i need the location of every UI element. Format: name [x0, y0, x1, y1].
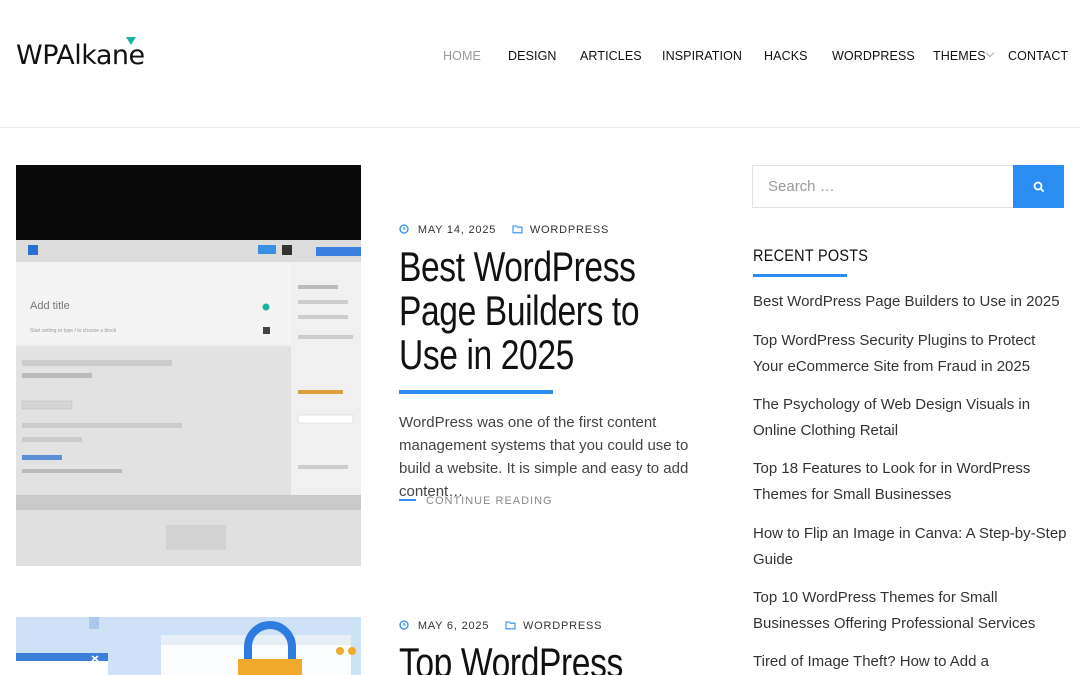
- recent-post-link[interactable]: Top 18 Features to Look for in WordPress…: [753, 456, 1068, 508]
- post-thumbnail[interactable]: [16, 617, 361, 675]
- folder-icon: [505, 621, 516, 630]
- editor-add-title: Add title: [30, 300, 70, 312]
- recent-post-link[interactable]: How to Flip an Image in Canva: A Step-by…: [753, 521, 1068, 573]
- read-more-dash: [399, 499, 416, 501]
- nav-hacks[interactable]: HACKS: [764, 49, 808, 63]
- nav-contact[interactable]: CONTACT: [1008, 49, 1068, 63]
- continue-reading-label: CONTINUE READING: [426, 495, 553, 507]
- nav-home[interactable]: HOME: [443, 49, 481, 63]
- clock-icon: [399, 224, 409, 234]
- folder-icon: [512, 225, 523, 234]
- recent-post-link[interactable]: The Psychology of Web Design Visuals in …: [753, 392, 1068, 444]
- post-category[interactable]: WORDPRESS: [530, 224, 609, 236]
- nav-design[interactable]: DESIGN: [508, 49, 557, 63]
- continue-reading-link[interactable]: CONTINUE READING: [399, 495, 553, 507]
- post-meta: MAY 14, 2025 WORDPRESS: [399, 224, 609, 236]
- nav-inspiration[interactable]: INSPIRATION: [662, 49, 742, 63]
- post-title[interactable]: Top WordPress: [399, 641, 703, 675]
- nav-articles[interactable]: ARTICLES: [580, 49, 642, 63]
- nav-wordpress[interactable]: WORDPRESS: [832, 49, 915, 63]
- search-button[interactable]: [1013, 165, 1064, 208]
- laptop-editor-image: Add title Start writing or type / to cho…: [16, 165, 361, 566]
- recent-posts-heading: RECENT POSTS: [753, 246, 869, 265]
- clock-icon: [399, 620, 409, 630]
- logo-accent-icon: [126, 37, 136, 45]
- post-meta: MAY 6, 2025 WORDPRESS: [399, 620, 602, 632]
- editor-block-hint: Start writing or type / to choose a bloc…: [30, 328, 117, 334]
- post-excerpt: WordPress was one of the first content m…: [399, 414, 689, 500]
- recent-post-link[interactable]: Tired of Image Theft? How to Add a: [753, 649, 1068, 675]
- security-lock-image: [16, 617, 361, 675]
- recent-post-link[interactable]: Top WordPress Security Plugins to Protec…: [753, 328, 1068, 380]
- post-category[interactable]: WORDPRESS: [523, 620, 602, 632]
- title-underline: [399, 390, 553, 394]
- search-icon: [1033, 181, 1044, 192]
- recent-post-link[interactable]: Best WordPress Page Builders to Use in 2…: [753, 289, 1068, 315]
- recent-post-link[interactable]: Top 10 WordPress Themes for Small Busine…: [753, 585, 1068, 637]
- site-header: WPAlkane HOME DESIGN ARTICLES INSPIRATIO…: [0, 0, 1080, 128]
- search-input[interactable]: [752, 165, 1014, 208]
- post-date[interactable]: MAY 14, 2025: [418, 224, 496, 236]
- post-date[interactable]: MAY 6, 2025: [418, 620, 489, 632]
- recent-posts-underline: [753, 274, 847, 277]
- post-thumbnail[interactable]: Add title Start writing or type / to cho…: [16, 165, 361, 566]
- nav-themes[interactable]: THEMES: [933, 49, 986, 63]
- post-title[interactable]: Best WordPress Page Builders to Use in 2…: [399, 245, 703, 377]
- main-nav: HOME DESIGN ARTICLES INSPIRATION HACKS W…: [0, 49, 1080, 65]
